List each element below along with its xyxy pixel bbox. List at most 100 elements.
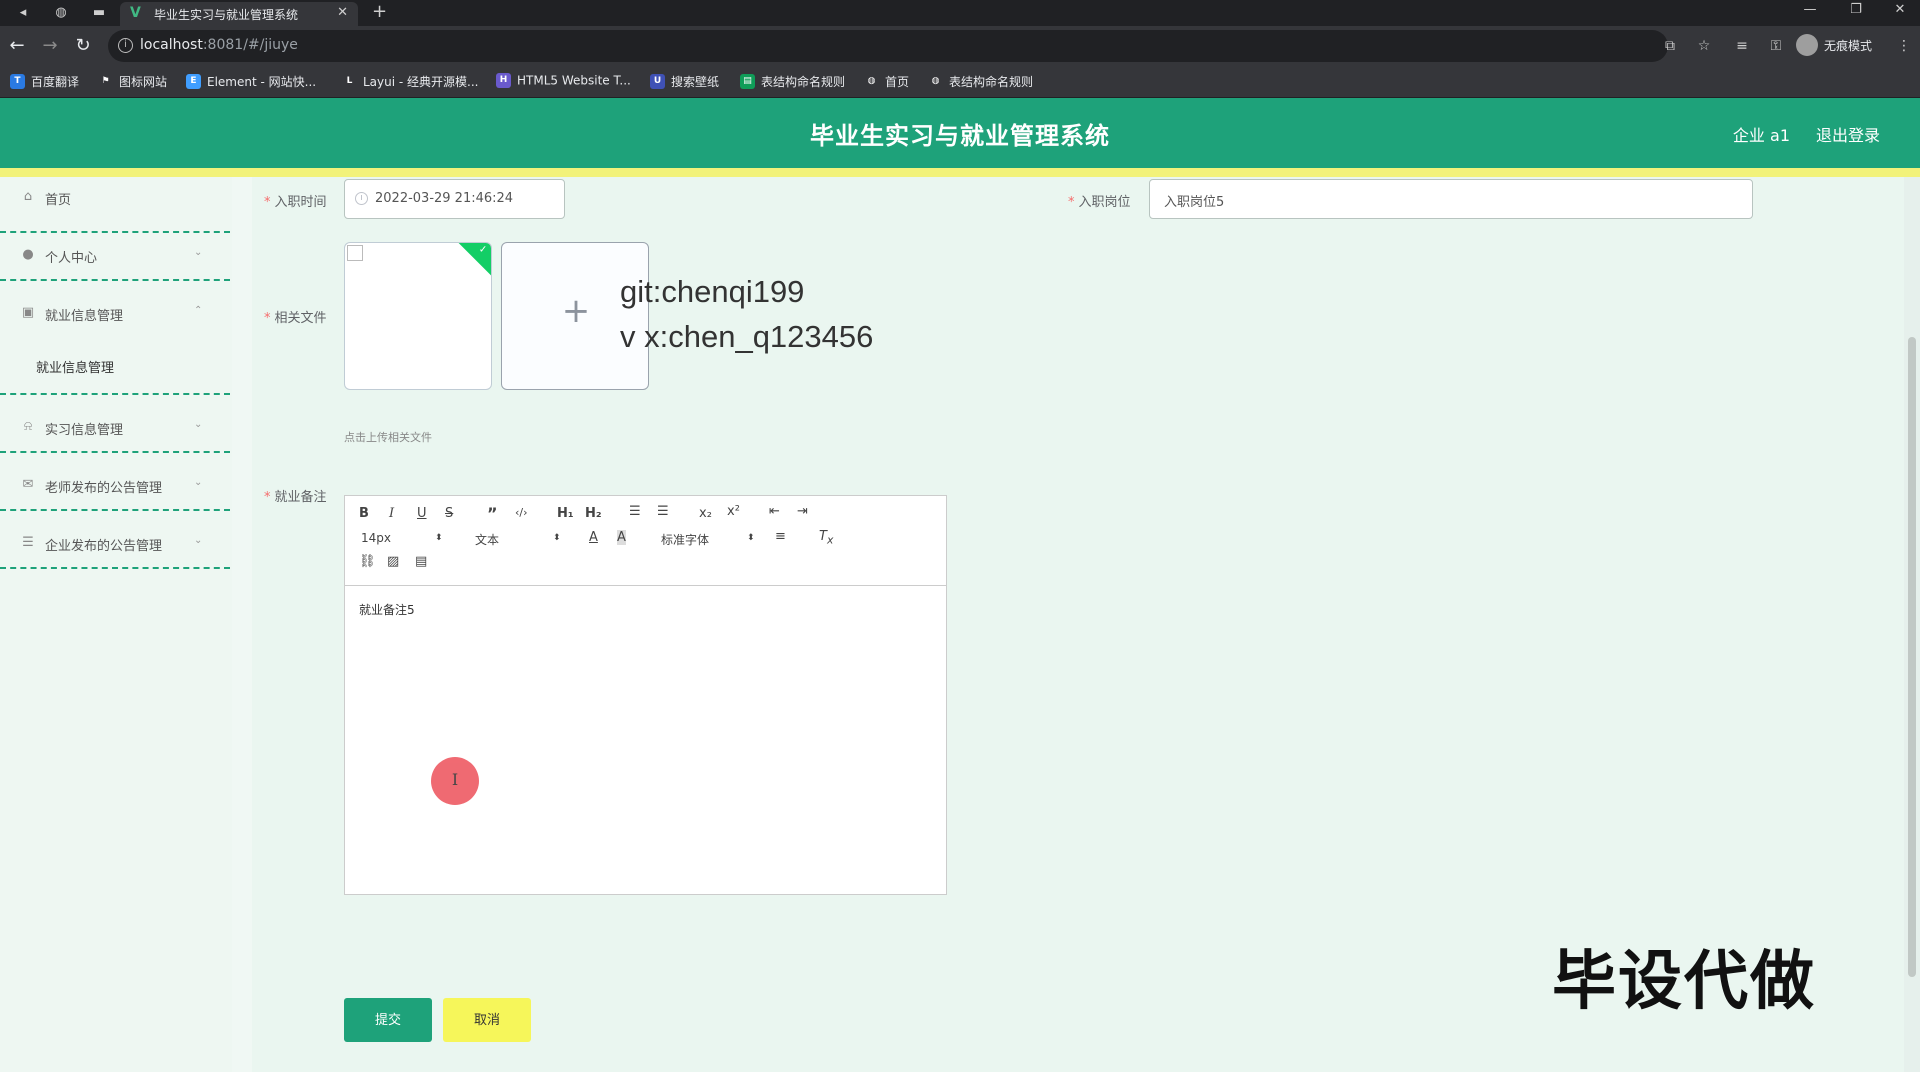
video-icon[interactable]: ▤ (415, 554, 427, 569)
upload-add-button[interactable]: + (501, 242, 649, 390)
user-icon: ● (22, 247, 34, 262)
join-time-label: * 入职时间 (264, 195, 327, 210)
sidebar-item-company-notices[interactable]: ☰ 企业发布的公告管理 ⌄ (0, 513, 230, 569)
speaker-icon[interactable]: ◂ (14, 4, 32, 22)
info-icon[interactable]: i (118, 38, 133, 53)
link-icon[interactable]: ⛓ (359, 554, 376, 569)
italic-button[interactable]: I (389, 506, 394, 521)
reading-list-icon[interactable]: ≡ (1732, 36, 1752, 56)
join-time-picker[interactable]: 2022-03-29 21:46:24 (344, 179, 565, 219)
image-icon[interactable]: ▨ (387, 554, 399, 569)
url-text[interactable]: localhost:8081/#/jiuye (140, 37, 298, 53)
close-window-icon[interactable]: ✕ (1880, 2, 1920, 22)
sidebar-item-profile[interactable]: ● 个人中心 ⌄ (0, 225, 230, 281)
align-button[interactable]: ≡ (775, 529, 786, 544)
font-family-select[interactable]: 标准字体 ⬍ (661, 531, 757, 548)
close-tab-icon[interactable]: ✕ (337, 5, 348, 20)
strike-button[interactable]: S (445, 506, 453, 521)
superscript-button[interactable]: x² (727, 504, 740, 519)
post-input[interactable]: 入职岗位5 (1149, 179, 1753, 219)
vue-icon: V (130, 5, 141, 21)
mail-icon: ✉ (22, 477, 34, 492)
bullet-list-button[interactable]: ☰ (657, 504, 669, 519)
outdent-button[interactable]: ⇤ (769, 504, 780, 519)
uploaded-file-thumbnail[interactable]: ✓ (344, 242, 492, 390)
current-user: 企业 a1 (1732, 126, 1790, 145)
bold-button[interactable]: B (359, 506, 369, 521)
background-color-button[interactable]: A (617, 530, 626, 545)
upload-tip: 点击上传相关文件 (344, 431, 432, 444)
font-color-button[interactable]: A (589, 530, 598, 545)
bookmark-item[interactable]: E Element - 网站快... (186, 73, 316, 91)
sidebar-item-label: 首页 (45, 193, 72, 208)
bookmark-item[interactable]: T 百度翻译 (10, 73, 79, 91)
ordered-list-button[interactable]: ☰ (629, 504, 641, 519)
bookmark-item[interactable]: ◍ 首页 (864, 73, 909, 91)
minimize-icon[interactable]: — (1790, 2, 1830, 22)
files-label: * 相关文件 (264, 311, 327, 326)
page-scrollbar[interactable] (1904, 177, 1920, 1072)
block-type-select[interactable]: 文本 ⬍ (475, 531, 561, 548)
back-button[interactable]: ← (6, 35, 28, 57)
indent-button[interactable]: ⇥ (797, 504, 808, 519)
home-icon: ⌂ (23, 189, 33, 204)
logout-link[interactable]: 退出登录 (1816, 122, 1880, 146)
incognito-label: 无痕模式 (1824, 39, 1873, 53)
address-bar[interactable]: i localhost:8081/#/jiuye (108, 30, 1668, 62)
font-size-select[interactable]: 14px ⬍ (361, 531, 443, 545)
flag-icon: ⚑ (101, 76, 110, 86)
overlay-contact-wx: v x:chen_q123456 (620, 319, 874, 354)
chevron-down-icon: ⌄ (194, 419, 203, 430)
sidebar-item-label: 老师发布的公告管理 (45, 481, 163, 496)
h2-button[interactable]: H₂ (585, 506, 602, 521)
tab-title: 毕业生实习与就业管理系统 (154, 8, 299, 22)
layui-icon: L (346, 76, 353, 86)
clipboard-icon: ▣ (21, 305, 35, 320)
clear-format-button[interactable]: Tx (819, 529, 833, 547)
join-time-value: 2022-03-29 21:46:24 (375, 191, 514, 206)
sheet-icon: ▤ (740, 74, 755, 89)
underline-button[interactable]: U (417, 506, 427, 521)
window-icon[interactable]: ▬ (90, 4, 108, 22)
incognito-icon (1796, 34, 1818, 56)
bookmark-item[interactable]: ⚑ 图标网站 (98, 73, 167, 91)
forward-button[interactable]: → (39, 35, 61, 57)
rich-text-editor: B I U S ” ‹/› H₁ H₂ ☰ ☰ x₂ x² ⇤ ⇥ 14px ⬍ … (344, 495, 947, 895)
bookmark-item[interactable]: L Layui - 经典开源模... (342, 73, 479, 91)
restore-icon[interactable]: ❐ (1836, 2, 1876, 22)
subscript-button[interactable]: x₂ (699, 506, 712, 521)
star-icon[interactable]: ☆ (1694, 36, 1714, 56)
sidebar-item-label: 实习信息管理 (45, 423, 124, 438)
sidebar-item-employment[interactable]: ▣ 就业信息管理 ⌃ 就业信息管理 (0, 283, 230, 395)
post-label: * 入职岗位 (1068, 195, 1131, 210)
bookmark-item[interactable]: H HTML5 Website T... (496, 73, 631, 91)
key-icon[interactable]: ⚿ (1766, 36, 1786, 56)
translate-icon[interactable]: ⧉ (1660, 36, 1680, 56)
sidebar-item-teacher-notices[interactable]: ✉ 老师发布的公告管理 ⌄ (0, 455, 230, 511)
cancel-button[interactable]: 取消 (443, 998, 531, 1042)
bookmark-item[interactable]: ▤ 表结构命名规则 (740, 73, 845, 91)
reload-button[interactable]: ↻ (72, 35, 94, 57)
clock-icon (355, 192, 368, 205)
bookmark-item[interactable]: ◍ 表结构命名规则 (928, 73, 1033, 91)
blockquote-button[interactable]: ” (487, 504, 498, 523)
browser-toolbar: ← → ↻ i localhost:8081/#/jiuye ⧉ ☆ ≡ ⚿ 无… (0, 26, 1920, 66)
editor-content[interactable]: 就业备注5 (359, 601, 415, 618)
chevron-up-icon: ⌃ (194, 305, 203, 316)
scrollbar-thumb[interactable] (1908, 337, 1916, 977)
browser-tab[interactable]: V 毕业生实习与就业管理系统 ✕ (120, 2, 358, 26)
app-header: 毕业生实习与就业管理系统 企业 a1 退出登录 (0, 98, 1920, 168)
menu-icon[interactable]: ⋮ (1894, 36, 1914, 56)
submit-button[interactable]: 提交 (344, 998, 432, 1042)
html5-icon: H (496, 73, 511, 88)
sidebar-item-label: 企业发布的公告管理 (45, 539, 163, 554)
new-tab-button[interactable]: + (372, 1, 387, 22)
chevron-down-icon: ⌄ (194, 477, 203, 488)
h1-button[interactable]: H₁ (557, 506, 574, 521)
globe-icon[interactable]: ◍ (52, 4, 70, 22)
browser-tabstrip: ◂ ◍ ▬ V 毕业生实习与就业管理系统 ✕ + — ❐ ✕ (0, 0, 1920, 26)
sidebar-item-internship[interactable]: ⍾ 实习信息管理 ⌄ (0, 397, 230, 453)
code-button[interactable]: ‹/› (515, 506, 528, 519)
bookmark-item[interactable]: U 搜索壁纸 (650, 73, 719, 91)
submenu-employment[interactable]: 就业信息管理 (36, 357, 114, 376)
